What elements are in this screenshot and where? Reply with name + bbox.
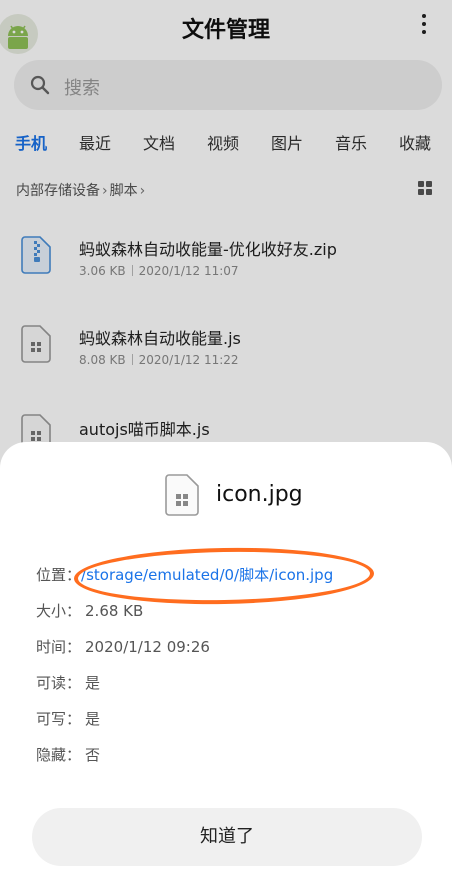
detail-value: 2.68 KB (85, 602, 144, 620)
detail-label: 大小： (36, 602, 82, 620)
image-file-icon (165, 474, 199, 516)
detail-value: 2020/1/12 09:26 (85, 638, 210, 656)
annotation-circle (73, 545, 375, 607)
detail-label: 可写： (36, 710, 82, 728)
detail-row-size: 大小： 2.68 KB (36, 600, 436, 622)
file-details-sheet: icon.jpg 位置：/storage/emulated/0/脚本/icon.… (0, 442, 452, 892)
detail-label: 隐藏： (36, 746, 82, 764)
detail-row-time: 时间： 2020/1/12 09:26 (36, 636, 436, 658)
detail-row-readable: 可读：是 (36, 672, 436, 694)
detail-value: 否 (85, 746, 101, 764)
detail-value: 是 (85, 674, 101, 692)
detail-label: 时间： (36, 638, 82, 656)
detail-row-hidden: 隐藏：否 (36, 744, 436, 766)
details-header: icon.jpg (0, 474, 452, 518)
ok-button[interactable]: 知道了 (32, 808, 422, 866)
detail-label: 可读： (36, 674, 82, 692)
details-file-name: icon.jpg (216, 482, 303, 507)
detail-row-writable: 可写：是 (36, 708, 436, 730)
file-manager-app: 文件管理 搜索 手机 最近 文档 视频 图片 音乐 收藏 内部存储设备 › 脚本 › (0, 0, 452, 892)
detail-value: 是 (85, 710, 101, 728)
